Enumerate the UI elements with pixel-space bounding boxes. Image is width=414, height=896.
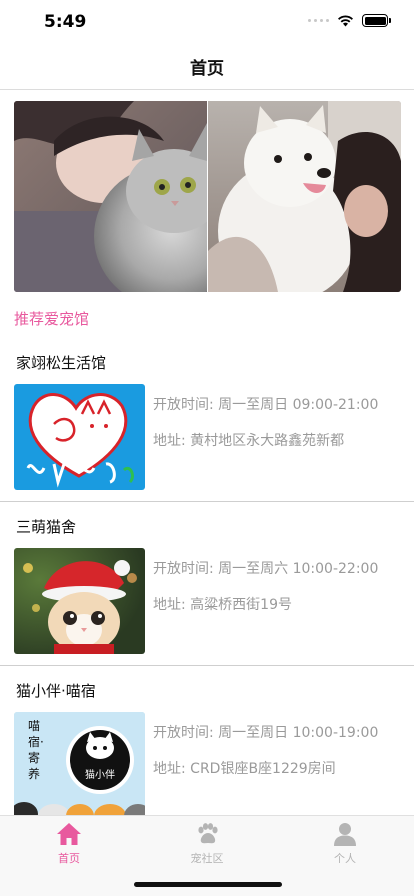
shop-hours: 开放时间: 周一至周六 10:00-22:00 [153,561,379,577]
page-title: 首页 [190,59,224,79]
tab-label: 宠社区 [190,852,224,865]
home-icon [57,823,81,845]
shop-logo-image: 喵宿·寄养 猫小伴 [14,712,145,818]
shop-hours: 开放时间: 周一至周日 10:00-19:00 [153,725,379,741]
shop-address: 地址: CRD银座B座1229房间 [153,761,336,777]
shop-hours: 开放时间: 周一至周日 09:00-21:00 [153,397,379,413]
home-indicator[interactable] [134,882,282,887]
tab-label: 个人 [334,852,356,865]
tab-home[interactable]: 首页 [0,816,138,896]
shop-address: 地址: 高粱桥西街19号 [153,597,292,613]
shop-card[interactable]: 三萌猫舍 开放时间: 周一至周六 10:00-22:00 地址: 高粱桥西街19… [0,502,414,666]
shop-logo-image [14,384,145,490]
shop-name: 家翊松生活馆 [16,354,107,372]
section-title-recommended: 推荐爱宠馆 [14,310,90,328]
shop-logo-badge-text: 猫小伴 [85,770,115,781]
shop-card[interactable]: 猫小伴·喵宿 喵宿·寄养 猫小伴 开放时间: 周一至周日 10:00-19:00… [0,666,414,830]
shop-name: 三萌猫舍 [16,518,77,536]
person-icon [334,823,356,846]
tab-profile[interactable]: 个人 [276,816,414,896]
cellular-signal-icon [308,19,329,22]
shop-name: 猫小伴·喵宿 [16,682,96,700]
status-icons [308,14,391,27]
banner-image-dog [207,101,401,292]
shop-address: 地址: 黄村地区永大路鑫苑新都 [153,433,345,449]
shop-logo-text: 喵宿·寄养 [28,719,44,781]
battery-icon [362,14,391,27]
status-bar: 5:49 [0,0,414,44]
nav-bar: 首页 [0,44,414,90]
shop-photo-image [14,548,145,654]
paw-icon [198,823,218,844]
banner-carousel[interactable] [14,101,401,292]
tab-label: 首页 [58,852,80,865]
wifi-icon [338,15,353,27]
shop-card[interactable]: 家翊松生活馆 开放时间: 周一至周日 09:00-21:00 地址: 黄村地区永… [0,338,414,502]
status-time: 5:49 [44,12,87,32]
banner-image-cat [14,101,208,292]
